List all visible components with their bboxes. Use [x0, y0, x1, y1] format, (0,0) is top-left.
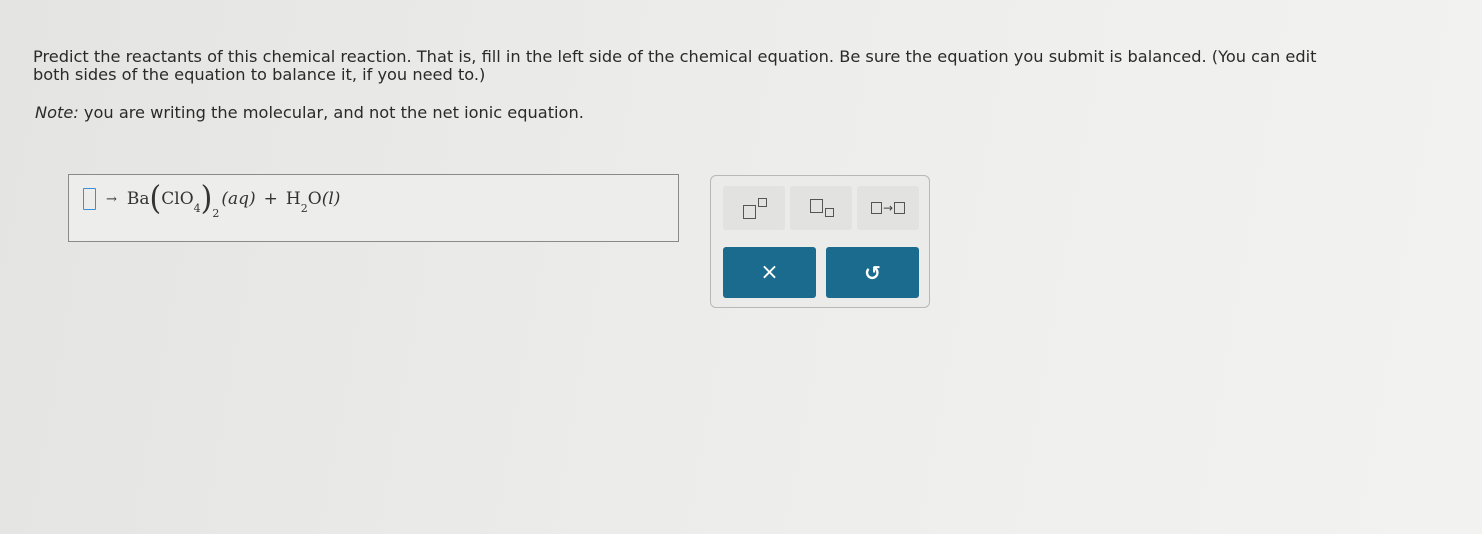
- reactant-input-slot[interactable]: [83, 188, 96, 210]
- open-paren: (: [149, 179, 162, 218]
- oxygen-subscript: 4: [193, 201, 201, 215]
- reaction-arrow: →: [106, 191, 117, 207]
- hydrogen-subscript: 2: [300, 201, 308, 215]
- liquid-state: (l): [321, 189, 341, 209]
- note-label: Note:: [35, 103, 79, 122]
- close-paren: ): [200, 179, 213, 218]
- prompt-line-1: Predict the reactants of this chemical r…: [33, 47, 1317, 66]
- prompt-line-2: both sides of the equation to balance it…: [33, 65, 486, 84]
- aqueous-state: (aq): [221, 189, 256, 209]
- clear-button[interactable]: ×: [723, 247, 816, 298]
- subscript-icon: [804, 196, 838, 220]
- close-icon: ×: [760, 260, 779, 285]
- undo-icon: ↺: [864, 260, 881, 285]
- note: Note: you are writing the molecular, and…: [35, 103, 584, 122]
- subscript-button[interactable]: [790, 186, 852, 230]
- question-prompt: Predict the reactants of this chemical r…: [33, 48, 1433, 84]
- hydrogen-symbol: H: [285, 189, 301, 209]
- plus-sign: +: [263, 189, 278, 209]
- chlorate-group: ClO: [161, 189, 194, 209]
- arrow-glyph: →: [882, 201, 894, 215]
- superscript-button[interactable]: [723, 186, 785, 230]
- equation-toolbar: → × ↺: [710, 175, 930, 308]
- equation-answer-box[interactable]: → Ba ( ClO 4 ) 2 (aq) + H 2 O (l): [68, 174, 679, 242]
- undo-button[interactable]: ↺: [826, 247, 919, 298]
- group-subscript: 2: [212, 206, 220, 220]
- reaction-arrow-icon: →: [870, 201, 906, 215]
- reaction-arrow-button[interactable]: →: [857, 186, 919, 230]
- barium-symbol: Ba: [126, 189, 150, 209]
- note-text: you are writing the molecular, and not t…: [78, 103, 584, 122]
- superscript-icon: [737, 196, 771, 220]
- chemical-equation: → Ba ( ClO 4 ) 2 (aq) + H 2 O (l): [83, 179, 341, 220]
- oxygen-symbol: O: [307, 189, 322, 209]
